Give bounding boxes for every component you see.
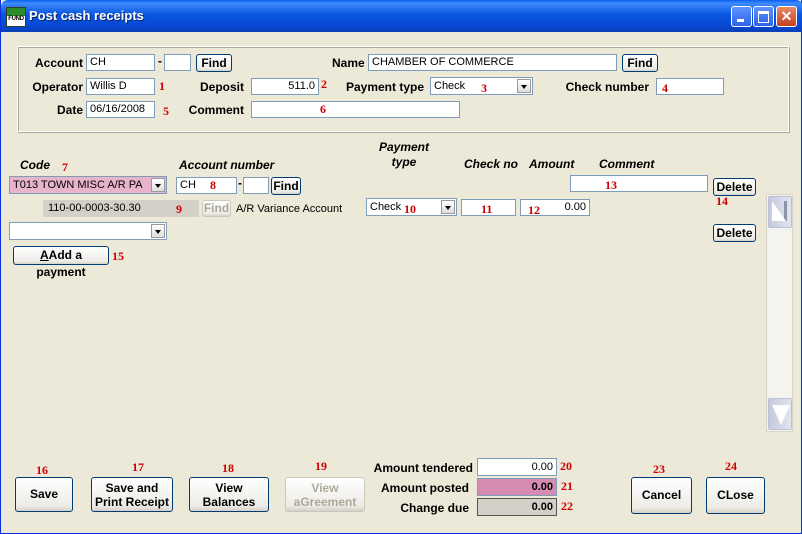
callout-19: 19 — [315, 459, 327, 473]
delete-button-2[interactable]: Delete — [713, 224, 756, 242]
title-bar[interactable]: FUND Post cash receipts ✕ — [1, 0, 802, 32]
callout-13: 13 — [605, 178, 617, 192]
callout-10: 10 — [404, 202, 416, 216]
deposit-input[interactable]: 511.0 — [251, 78, 319, 95]
callout-22: 22 — [561, 499, 573, 513]
row-find-button[interactable]: Find — [271, 177, 301, 195]
save-print-receipt-button[interactable]: Save and Print Receipt — [91, 477, 173, 512]
column-check-no: Check no — [464, 157, 519, 171]
amount-posted-label: Amount posted — [381, 481, 469, 495]
add-payment-button[interactable]: AAdd a payment — [13, 246, 109, 279]
callout-17: 17 — [132, 460, 144, 474]
check-number-label: Check number — [565, 80, 649, 94]
account-input[interactable]: CH — [86, 54, 155, 71]
add-payment-hotkey: A — [39, 248, 49, 262]
callout-3: 3 — [481, 81, 487, 95]
callout-12: 12 — [528, 203, 540, 217]
view-balances-line1: View — [215, 481, 243, 495]
row-comment-input[interactable] — [570, 175, 708, 192]
gl-find-button[interactable]: Find — [202, 200, 231, 217]
view-balances-line2: Balances — [202, 495, 256, 509]
callout-1: 1 — [159, 79, 165, 93]
vertical-scrollbar[interactable] — [766, 194, 793, 432]
callout-21: 21 — [561, 479, 573, 493]
minimize-icon — [737, 19, 744, 22]
save-button[interactable]: Save — [15, 477, 73, 512]
window: FUND Post cash receipts ✕ Account CH - F… — [0, 0, 802, 534]
callout-24: 24 — [725, 459, 737, 473]
window-title: Post cash receipts — [29, 8, 144, 23]
row-account-sub-input[interactable] — [243, 177, 269, 194]
chevron-down-icon[interactable] — [151, 178, 165, 192]
comment-input[interactable] — [251, 101, 460, 118]
minimize-button[interactable] — [731, 6, 752, 27]
callout-18: 18 — [222, 461, 234, 475]
close-icon: ✕ — [780, 8, 793, 24]
column-code: Code — [20, 158, 50, 172]
chevron-down-icon[interactable] — [441, 200, 455, 214]
code-select-empty[interactable] — [9, 222, 167, 240]
row-payment-type-value: Check — [370, 201, 402, 213]
date-input[interactable]: 06/16/2008 — [86, 101, 155, 118]
name-find-button[interactable]: Find — [622, 54, 658, 72]
variance-account-label: A/R Variance Account — [236, 203, 343, 215]
code-select[interactable]: T013 TOWN MISC A/R PA — [9, 176, 167, 194]
column-comment: Comment — [599, 157, 655, 171]
payment-type-value: Check — [434, 80, 466, 92]
column-payment-type: Payment type — [378, 140, 430, 169]
deposit-label: Deposit — [199, 80, 244, 94]
callout-4: 4 — [662, 81, 668, 95]
callout-6: 6 — [320, 102, 326, 116]
callout-16: 16 — [36, 463, 48, 477]
callout-15: 15 — [112, 249, 124, 263]
close-button[interactable]: CLose — [706, 477, 765, 514]
callout-8: 8 — [210, 178, 216, 192]
account-label: Account — [35, 56, 83, 70]
account-sub-input[interactable] — [164, 54, 191, 71]
chevron-down-icon[interactable] — [151, 224, 165, 238]
maximize-icon — [758, 11, 769, 23]
view-balances-button[interactable]: View Balances — [189, 477, 269, 512]
callout-5: 5 — [163, 104, 169, 118]
operator-input[interactable]: Willis D — [86, 78, 155, 95]
scroll-up-icon[interactable] — [768, 196, 792, 228]
code-value: T013 TOWN MISC A/R PA — [13, 179, 143, 191]
account-dash: - — [158, 54, 162, 68]
callout-9: 9 — [176, 202, 182, 216]
date-label: Date — [56, 103, 83, 117]
save-print-line1: Save and — [105, 481, 159, 495]
amount-tendered-input[interactable]: 0.00 — [477, 458, 557, 476]
callout-23: 23 — [653, 462, 665, 476]
fund-app-icon: FUND — [6, 7, 26, 27]
operator-label: Operator — [32, 80, 83, 94]
scroll-down-icon[interactable] — [768, 398, 792, 430]
save-print-line2: Print Receipt — [94, 495, 169, 509]
row-account-input[interactable]: CH — [176, 177, 237, 194]
name-input[interactable]: CHAMBER OF COMMERCE — [368, 54, 617, 71]
chevron-down-icon[interactable] — [517, 79, 531, 93]
maximize-button[interactable] — [753, 6, 774, 27]
amount-posted-field: 0.00 — [477, 478, 557, 496]
change-due-label: Change due — [400, 501, 469, 515]
row-account-dash: - — [238, 176, 242, 190]
close-window-button[interactable]: ✕ — [776, 6, 797, 27]
column-amount: Amount — [529, 157, 575, 171]
change-due-field: 0.00 — [477, 498, 557, 516]
column-account-number: Account number — [179, 158, 275, 172]
account-find-button[interactable]: Find — [196, 54, 232, 72]
payment-type-label: Payment type — [345, 80, 424, 94]
callout-2: 2 — [321, 77, 327, 91]
callout-7: 7 — [62, 160, 68, 174]
comment-label: Comment — [188, 103, 244, 117]
name-label: Name — [332, 56, 365, 70]
callout-11: 11 — [481, 202, 493, 216]
callout-20: 20 — [560, 459, 572, 473]
amount-tendered-label: Amount tendered — [373, 461, 473, 475]
callout-14: 14 — [716, 194, 728, 208]
cancel-button[interactable]: Cancel — [631, 477, 692, 514]
